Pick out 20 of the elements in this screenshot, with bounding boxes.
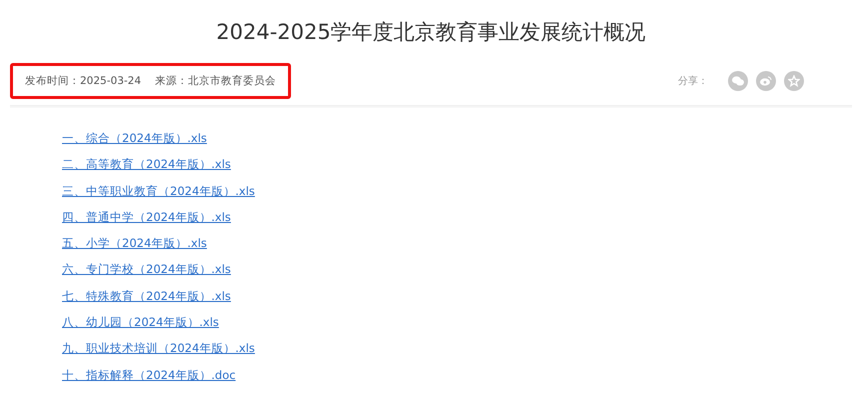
file-link[interactable]: 九、职业技术培训（2024年版）.xls (62, 340, 255, 357)
file-link[interactable]: 八、幼儿园（2024年版）.xls (62, 314, 219, 331)
file-link[interactable]: 一、综合（2024年版）.xls (62, 130, 207, 146)
share-button[interactable] (756, 71, 776, 91)
eye-swirl-icon (760, 76, 772, 86)
file-link[interactable]: 四、普通中学（2024年版）.xls (62, 208, 231, 226)
share-button[interactable] (784, 71, 804, 91)
source-text: 来源：北京市教育委员会 (155, 74, 276, 88)
file-link[interactable]: 五、小学（2024年版）.xls (62, 235, 207, 252)
article-title: 2024-2025学年度北京教育事业发展统计概况 (215, 19, 647, 46)
file-link[interactable]: 十、指标解释（2024年版）.doc (62, 366, 236, 384)
file-link[interactable]: 七、特殊教育（2024年版）.xls (62, 288, 231, 304)
publish-date: 发布时间：2025-03-24 (25, 74, 142, 88)
chat-bubbles-icon (732, 76, 744, 86)
share-button[interactable] (728, 71, 748, 91)
file-link[interactable]: 三、中等职业教育（2024年版）.xls (62, 182, 255, 200)
file-link[interactable]: 二、高等教育（2024年版）.xls (62, 156, 231, 173)
star-icon (788, 75, 800, 87)
file-link[interactable]: 六、专门学校（2024年版）.xls (62, 261, 231, 278)
share-label: 分享： (678, 74, 708, 88)
